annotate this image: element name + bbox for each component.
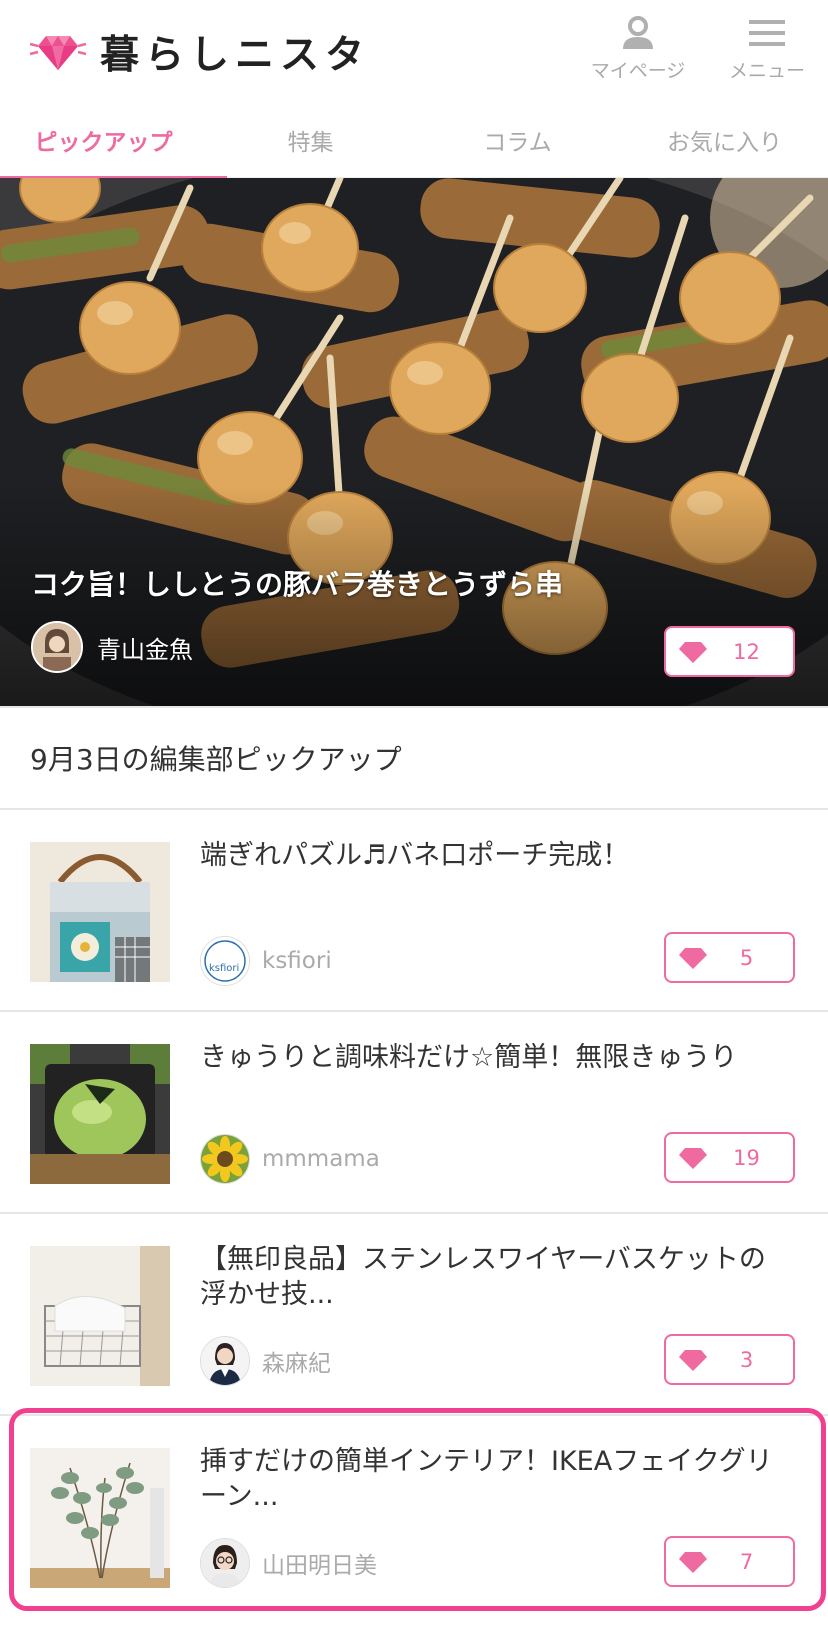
author-avatar-image: ksfiori [201, 937, 249, 985]
section-title: 9月3日の編集部ピックアップ [30, 743, 402, 776]
wire-basket-image [30, 1246, 170, 1386]
hero-author[interactable]: 青山金魚 [31, 621, 193, 673]
article-row[interactable]: 端ぎれパズル♬バネ口ポーチ完成！ ksfiori ksfiori 5 [0, 808, 828, 1008]
article-author[interactable]: 森麻紀 [200, 1336, 331, 1386]
hero-title[interactable]: コク旨！ししとうの豚バラ巻きとうずら串 [31, 563, 563, 603]
author-name: 青山金魚 [97, 635, 193, 664]
diamond-icon [679, 1349, 707, 1371]
diamond-icon [679, 1147, 707, 1169]
avatar [200, 1336, 250, 1386]
avatar: ksfiori [200, 936, 250, 986]
like-button[interactable]: 12 [664, 626, 795, 677]
like-count: 12 [733, 639, 760, 664]
app-header: 暮らしニスタ マイページ メニュー [0, 0, 828, 100]
article-title[interactable]: きゅうりと調味料だけ☆簡単！無限きゅうり [200, 1040, 790, 1075]
tab-pickup[interactable]: ピックアップ [0, 102, 227, 180]
tab-bar: ピックアップ 特集 コラム お気に入り [0, 102, 828, 180]
hero-article[interactable]: コク旨！ししとうの豚バラ巻きとうずら串 青山金魚 12 [0, 178, 828, 706]
tab-column[interactable]: コラム [414, 102, 621, 178]
author-name: mmmama [262, 1146, 380, 1172]
article-author[interactable]: mmmama [200, 1134, 380, 1184]
cucumber-image [30, 1044, 170, 1184]
article-thumbnail[interactable] [30, 1044, 170, 1184]
article-thumbnail[interactable] [30, 842, 170, 982]
article-thumbnail[interactable] [30, 1246, 170, 1386]
menu-button[interactable]: メニュー [712, 14, 822, 84]
mypage-label: マイページ [590, 60, 686, 82]
like-count: 5 [739, 945, 754, 970]
user-icon [623, 16, 653, 49]
tab-feature[interactable]: 特集 [207, 102, 414, 178]
tab-favorites[interactable]: お気に入り [621, 102, 828, 178]
highlight-frame [9, 1408, 826, 1611]
like-count: 3 [739, 1347, 754, 1372]
article-title[interactable]: 端ぎれパズル♬バネ口ポーチ完成！ [200, 838, 790, 873]
like-button[interactable]: 5 [664, 932, 795, 983]
like-count: 19 [733, 1145, 760, 1170]
logo[interactable]: 暮らしニスタ [28, 22, 370, 82]
article-row[interactable]: 【無印良品】ステンレスワイヤーバスケットの浮かせ技... 森麻紀 3 [0, 1212, 828, 1412]
pouch-image [30, 842, 170, 982]
article-author[interactable]: ksfiori ksfiori [200, 936, 332, 986]
menu-label: メニュー [728, 60, 805, 82]
divider [0, 706, 828, 708]
avatar [200, 1134, 250, 1184]
author-name: 森麻紀 [262, 1351, 331, 1377]
diamond-icon [679, 947, 707, 969]
hamburger-icon [749, 20, 785, 46]
author-name: ksfiori [262, 948, 332, 974]
mypage-button[interactable]: マイページ [583, 14, 693, 84]
diamond-logo-icon [29, 36, 87, 70]
author-avatar-image [201, 1135, 249, 1183]
logo-text: 暮らしニスタ [100, 33, 371, 78]
avatar [31, 621, 83, 673]
svg-text:ksfiori: ksfiori [209, 963, 239, 974]
author-avatar-image [201, 1337, 249, 1385]
article-row[interactable]: きゅうりと調味料だけ☆簡単！無限きゅうり mmmama 19 [0, 1010, 828, 1210]
like-button[interactable]: 3 [664, 1334, 795, 1385]
like-button[interactable]: 19 [664, 1132, 795, 1183]
author-avatar-image [33, 623, 81, 671]
diamond-icon [679, 641, 707, 663]
article-title[interactable]: 【無印良品】ステンレスワイヤーバスケットの浮かせ技... [200, 1242, 790, 1312]
